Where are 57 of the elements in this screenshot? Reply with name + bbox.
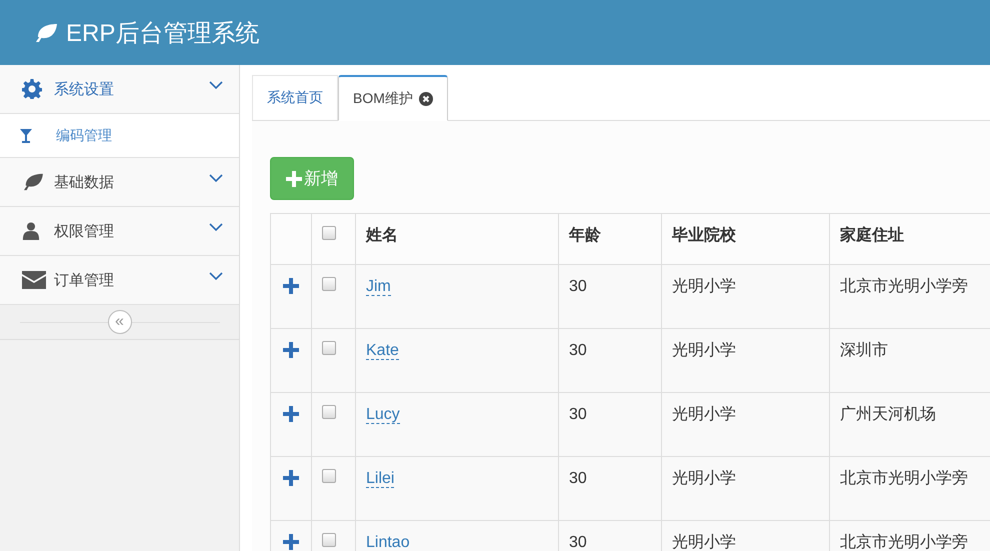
user-icon bbox=[22, 221, 40, 241]
add-button[interactable]: 新增 bbox=[270, 157, 354, 200]
table-cell: 北京市光明小学旁 bbox=[840, 470, 968, 487]
select-all-checkbox[interactable] bbox=[322, 226, 336, 240]
plus-icon bbox=[286, 170, 302, 186]
collapse-sidebar-button[interactable]: « bbox=[108, 310, 132, 334]
table-cell: 光明小学 bbox=[672, 278, 736, 295]
name-link[interactable]: Jim bbox=[366, 278, 391, 296]
column-header: 毕业院校 bbox=[672, 227, 736, 244]
tab[interactable]: BOM维护 bbox=[338, 75, 448, 121]
gear-icon bbox=[22, 79, 42, 99]
name-link[interactable]: Lintao bbox=[366, 534, 410, 551]
table-cell: 北京市光明小学旁 bbox=[840, 534, 968, 551]
name-link[interactable]: Lilei bbox=[366, 470, 394, 488]
table-cell: 光明小学 bbox=[672, 342, 736, 359]
row-checkbox[interactable] bbox=[322, 277, 336, 291]
table-cell: 30 bbox=[569, 470, 587, 487]
table-cell: 30 bbox=[569, 406, 587, 423]
table-cell: 30 bbox=[569, 342, 587, 359]
table-cell: 广州天河机场 bbox=[840, 406, 936, 423]
column-header: 姓名 bbox=[366, 227, 398, 244]
row-checkbox[interactable] bbox=[322, 469, 336, 483]
filter-icon bbox=[20, 128, 32, 142]
app-title: ERP后台管理系统 bbox=[66, 18, 260, 48]
menu-group[interactable]: 权限管理 bbox=[0, 207, 239, 256]
envelope-icon bbox=[22, 271, 46, 289]
chevron-down-icon bbox=[209, 272, 223, 280]
expand-plus-icon[interactable] bbox=[283, 406, 299, 422]
menu-group[interactable]: 系统设置 bbox=[0, 65, 239, 114]
table-cell: 光明小学 bbox=[672, 534, 736, 551]
submenu-item[interactable]: 编码管理 bbox=[0, 114, 239, 158]
column-header: 家庭住址 bbox=[840, 227, 904, 244]
column-header: 年龄 bbox=[569, 227, 601, 244]
table-cell: 30 bbox=[569, 534, 587, 551]
leaf-icon bbox=[34, 22, 58, 42]
chevron-down-icon bbox=[209, 223, 223, 231]
menu-group[interactable]: 基础数据 bbox=[0, 158, 239, 207]
tab[interactable]: 系统首页 bbox=[252, 75, 338, 120]
expand-plus-icon[interactable] bbox=[283, 278, 299, 294]
menu-group[interactable]: 订单管理 bbox=[0, 256, 239, 305]
row-checkbox[interactable] bbox=[322, 405, 336, 419]
expand-plus-icon[interactable] bbox=[283, 342, 299, 358]
leaf-icon bbox=[22, 173, 44, 191]
table-cell: 30 bbox=[569, 278, 587, 295]
name-link[interactable]: Lucy bbox=[366, 406, 400, 424]
row-checkbox[interactable] bbox=[322, 533, 336, 547]
expand-plus-icon[interactable] bbox=[283, 470, 299, 486]
row-checkbox[interactable] bbox=[322, 341, 336, 355]
expand-plus-icon[interactable] bbox=[283, 534, 299, 550]
table-cell: 深圳市 bbox=[840, 342, 888, 359]
close-icon[interactable] bbox=[418, 92, 433, 106]
table-cell: 光明小学 bbox=[672, 470, 736, 487]
table-cell: 北京市光明小学旁 bbox=[840, 278, 968, 295]
name-link[interactable]: Kate bbox=[366, 342, 399, 360]
chevron-down-icon bbox=[209, 174, 223, 182]
table-cell: 光明小学 bbox=[672, 406, 736, 423]
chevron-down-icon bbox=[209, 81, 223, 89]
